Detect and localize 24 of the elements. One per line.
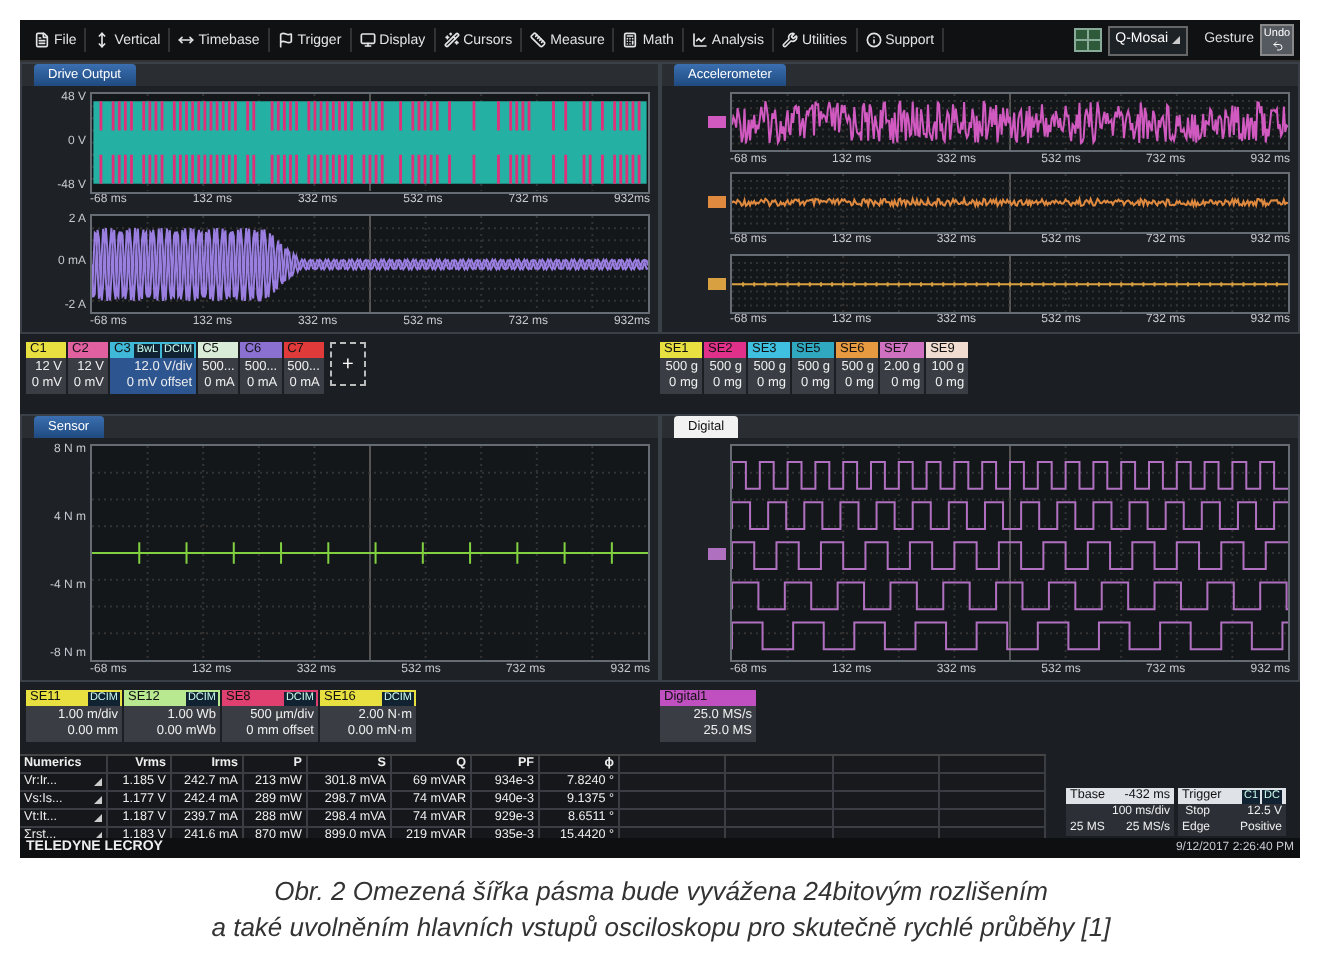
- channel-tag-icon: [708, 196, 726, 209]
- undo-arrow-icon: [1271, 40, 1283, 52]
- vertical-arrows-icon: [94, 32, 111, 48]
- document-icon: [34, 32, 50, 48]
- wrench-icon: [782, 32, 798, 48]
- figure-caption: a také uvolněním hlavních vstupů osciloskopu pro skutečně rychlé průběhy [1]: [211, 910, 1111, 946]
- monitor-icon: [359, 32, 376, 48]
- calculator-icon: [622, 32, 639, 48]
- corner-triangle-icon: [94, 778, 102, 786]
- info-icon: [865, 32, 882, 48]
- ruler-icon: [530, 32, 547, 48]
- channel-tag-icon: [708, 277, 726, 290]
- wand-icon: [443, 32, 460, 48]
- corner-triangle-icon: [94, 796, 102, 804]
- flag-icon: [277, 32, 294, 48]
- channel-tag-icon: [708, 116, 726, 129]
- corner-triangle-icon: [94, 814, 102, 822]
- figure-caption: Obr. 2 Omezená šířka pásma bude vyvážena 24bitovým rozlišením: [274, 874, 1048, 910]
- grid-layout-icon[interactable]: [1073, 28, 1102, 52]
- corner-triangle-icon: [1172, 36, 1181, 44]
- horizontal-arrows-icon: [178, 32, 195, 48]
- line-chart-icon: [691, 32, 708, 48]
- channel-tag-icon: [708, 547, 726, 559]
- add-channel-button[interactable]: +: [329, 342, 366, 386]
